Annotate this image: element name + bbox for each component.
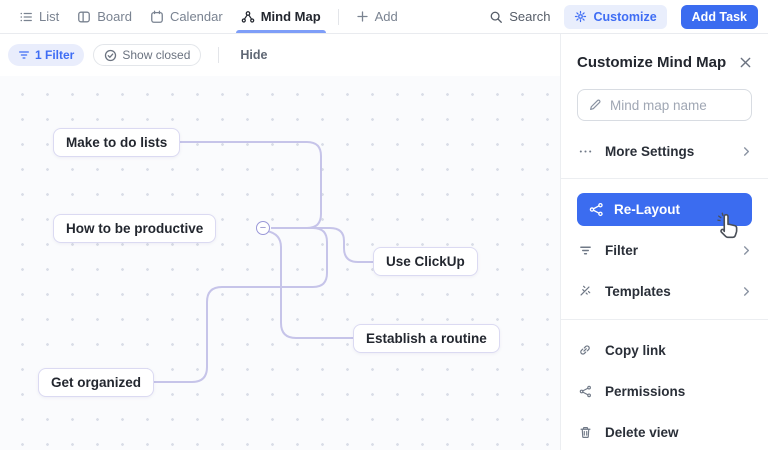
add-view-button[interactable]: Add	[347, 0, 407, 33]
chevron-right-icon	[741, 286, 752, 297]
add-view-label: Add	[375, 9, 398, 24]
re-layout-label: Re-Layout	[614, 202, 680, 217]
tab-mind-map[interactable]: Mind Map	[232, 0, 330, 33]
mind-map-node[interactable]: Make to do lists	[53, 128, 180, 157]
gear-icon	[574, 10, 587, 23]
tab-list[interactable]: List	[10, 0, 68, 33]
re-layout-button[interactable]: Re-Layout	[577, 193, 752, 226]
hide-button[interactable]: Hide	[236, 48, 271, 62]
filter-count-label: 1 Filter	[35, 48, 74, 62]
mind-map-view: 1 Filter Show closed Hide Make to do lis…	[0, 34, 560, 450]
search-icon	[489, 10, 503, 24]
list-icon	[19, 10, 33, 24]
view-toolbar: 1 Filter Show closed Hide	[0, 34, 560, 76]
nav-divider	[338, 9, 339, 25]
chevron-right-icon	[741, 146, 752, 157]
check-circle-icon	[104, 49, 117, 62]
show-closed-toggle[interactable]: Show closed	[93, 44, 201, 66]
panel-divider	[561, 178, 768, 179]
mind-map-node[interactable]: Use ClickUp	[373, 247, 478, 276]
permissions-label: Permissions	[605, 384, 685, 399]
permissions-item[interactable]: Permissions	[577, 379, 752, 403]
customize-panel: Customize Mind Map More Settings	[560, 34, 768, 450]
ellipsis-icon	[577, 144, 593, 159]
add-task-button[interactable]: Add Task	[681, 5, 758, 29]
show-closed-label: Show closed	[122, 48, 190, 62]
tab-board[interactable]: Board	[68, 0, 141, 33]
mind-map-canvas[interactable]: Make to do lists How to be productive Us…	[0, 76, 560, 450]
trash-icon	[577, 426, 593, 439]
calendar-icon	[150, 10, 164, 24]
templates-label: Templates	[605, 284, 671, 299]
top-navigation: List Board Calendar Mind Map Add	[0, 0, 768, 34]
chevron-right-icon	[741, 245, 752, 256]
templates-icon	[577, 284, 593, 298]
panel-divider	[561, 319, 768, 320]
active-filter-pill[interactable]: 1 Filter	[8, 44, 84, 66]
more-settings-item[interactable]: More Settings	[577, 139, 752, 163]
delete-view-label: Delete view	[605, 425, 679, 440]
tab-label: Calendar	[170, 9, 223, 24]
close-panel-button[interactable]	[739, 56, 752, 69]
copy-link-label: Copy link	[605, 343, 666, 358]
pencil-icon	[588, 98, 602, 112]
copy-link-item[interactable]: Copy link	[577, 338, 752, 362]
tab-label: List	[39, 9, 59, 24]
view-tabs: List Board Calendar Mind Map Add	[10, 0, 407, 33]
add-task-label: Add Task	[692, 10, 747, 24]
mind-map-name-field[interactable]	[577, 89, 752, 121]
re-layout-icon	[589, 202, 604, 217]
mind-map-node-root[interactable]: How to be productive	[53, 214, 216, 243]
mind-map-node[interactable]: Get organized	[38, 368, 154, 397]
mind-map-node[interactable]: Establish a routine	[353, 324, 500, 353]
tab-label: Board	[97, 9, 132, 24]
filter-label: Filter	[605, 243, 638, 258]
toolbar-divider	[218, 47, 219, 63]
tab-label: Mind Map	[261, 9, 321, 24]
customize-button[interactable]: Customize	[564, 5, 666, 29]
search-label: Search	[509, 9, 550, 24]
more-settings-label: More Settings	[605, 144, 694, 159]
delete-view-item[interactable]: Delete view	[577, 420, 752, 444]
close-icon	[739, 56, 752, 69]
plus-icon	[356, 10, 369, 23]
filter-icon	[577, 244, 593, 257]
panel-title: Customize Mind Map	[577, 54, 726, 71]
tab-calendar[interactable]: Calendar	[141, 0, 232, 33]
filter-icon	[18, 49, 30, 61]
templates-item[interactable]: Templates	[577, 279, 752, 303]
search-button[interactable]: Search	[489, 9, 550, 24]
mind-map-icon	[241, 10, 255, 24]
collapse-branch-button[interactable]: −	[256, 221, 270, 235]
link-icon	[577, 343, 593, 357]
share-icon	[577, 385, 593, 398]
filter-item[interactable]: Filter	[577, 238, 752, 262]
board-icon	[77, 10, 91, 24]
mind-map-name-input[interactable]	[610, 98, 741, 113]
customize-label: Customize	[593, 10, 656, 24]
